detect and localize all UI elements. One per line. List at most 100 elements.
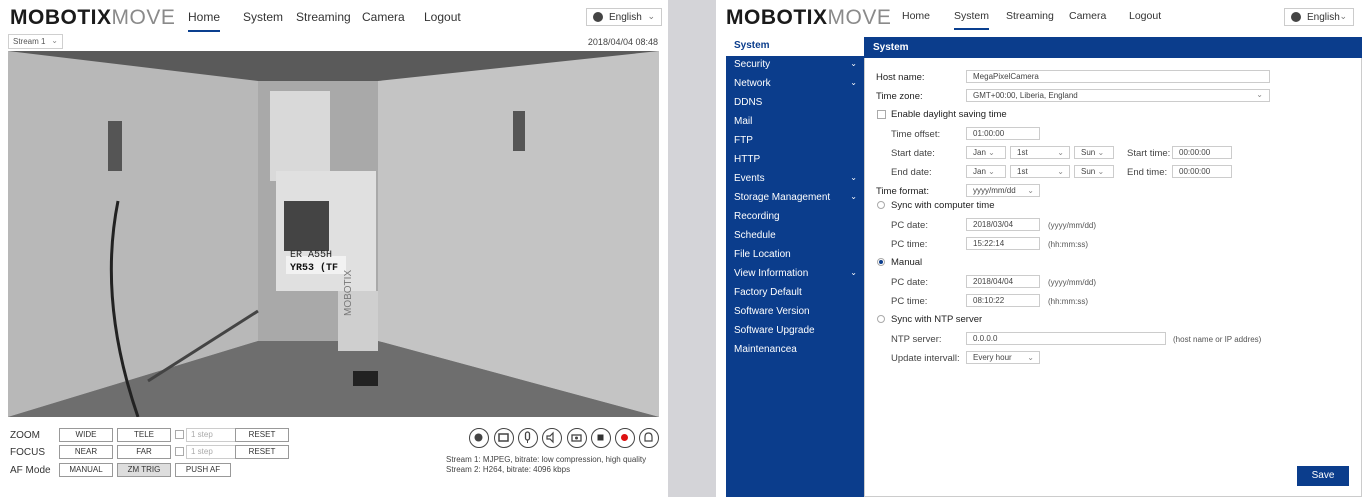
af-mode-label: AF Mode [10,465,51,476]
manual-radio[interactable] [877,258,885,266]
sidebar-item-software-version[interactable]: Software Version [726,303,864,322]
manual-date-input[interactable]: 2018/04/04 [966,275,1040,288]
nav-system[interactable]: System [954,10,990,30]
stop-icon[interactable] [591,428,611,448]
zoom-reset-button[interactable]: RESET [235,428,289,442]
language-select[interactable]: English ⌄ [1284,8,1354,26]
live-video-feed[interactable]: ER A55H YR53 (TF MOBOTIX [8,51,659,417]
sidebar-item-events[interactable]: Events ⌄ [726,170,864,189]
sidebar-item-view-information[interactable]: View Information ⌄ [726,265,864,284]
end-time-label: End time: [1127,167,1168,178]
end-week-select[interactable]: 1st ⌄ [1010,165,1070,178]
focus-far-button[interactable]: FAR [117,445,171,459]
save-button[interactable]: Save [1297,466,1349,486]
nav-streaming[interactable]: Streaming [1006,10,1054,22]
pc-date-hint: (yyyy/mm/dd) [1048,221,1096,230]
sidebar-item-storage-management[interactable]: Storage Management ⌄ [726,189,864,208]
sidebar-item-mail[interactable]: Mail [726,113,864,132]
sidebar-item-ftp[interactable]: FTP [726,132,864,151]
start-time-input[interactable]: 00:00:00 [1172,146,1232,159]
end-time-input[interactable]: 00:00:00 [1172,165,1232,178]
nav-camera[interactable]: Camera [1069,10,1106,22]
sidebar-item-maintenancea[interactable]: Maintenancea [726,341,864,360]
sidebar-item-security[interactable]: Security ⌄ [726,56,864,75]
top-nav-bar: MOBOTIXMOVE Home System Streaming Camera… [0,0,668,32]
start-day-select[interactable]: Sun ⌄ [1074,146,1114,159]
sync-pc-radio[interactable] [877,201,885,209]
record-icon[interactable] [615,428,635,448]
manual-time-input[interactable]: 08:10:22 [966,294,1040,307]
pc-time-hint: (hh:mm:ss) [1048,240,1088,249]
top-nav-bar: MOBOTIXMOVE Home System Streaming Camera… [716,0,1368,30]
end-month-select[interactable]: Jan ⌄ [966,165,1006,178]
nav-system[interactable]: System [243,10,283,24]
nav-streaming[interactable]: Streaming [296,10,351,24]
language-select[interactable]: English ⌄ [586,8,662,26]
nav-home[interactable]: Home [188,10,221,32]
stream1-info: Stream 1: MJPEG, bitrate: low compressio… [446,455,647,464]
section-title: System [864,37,1362,58]
manual-date-label: PC date: [891,277,928,288]
microphone-icon[interactable] [518,428,538,448]
zoom-tele-button[interactable]: TELE [117,428,171,442]
end-day-select[interactable]: Sun ⌄ [1074,165,1114,178]
time-offset-input[interactable]: 01:00:00 [966,127,1040,140]
chevron-down-icon: ⌄ [850,78,857,87]
camera-icon[interactable] [567,428,587,448]
stream-select[interactable]: Stream 1 ⌄ [8,34,63,49]
pc-time-input[interactable]: 15:22:14 [966,237,1040,250]
speaker-icon[interactable] [542,428,562,448]
start-month-select[interactable]: Jan ⌄ [966,146,1006,159]
sidebar-item-factory-default[interactable]: Factory Default [726,284,864,303]
ntp-label: Sync with NTP server [891,314,983,325]
time-format-select[interactable]: yyyy/mm/dd ⌄ [966,184,1040,197]
snapshot-icon[interactable] [469,428,489,448]
host-name-input[interactable]: MegaPixelCamera [966,70,1270,83]
host-name-label: Host name: [876,72,925,83]
sidebar-item-http[interactable]: HTTP [726,151,864,170]
update-interval-select[interactable]: Every hour ⌄ [966,351,1040,364]
video-sign-text-1: ER A55H [290,250,333,261]
sidebar-item-label: FTP [734,135,753,146]
focus-step-select[interactable]: 1 step [186,445,239,459]
focus-step-checkbox[interactable] [175,447,184,456]
fullscreen-icon[interactable] [494,428,514,448]
focus-reset-button[interactable]: RESET [235,445,289,459]
sidebar-item-label: Schedule [734,230,776,241]
af-zm-trig-button[interactable]: ZM TRIG [117,463,171,477]
nav-logout[interactable]: Logout [424,10,461,24]
sidebar-item-recording[interactable]: Recording [726,208,864,227]
af-manual-button[interactable]: MANUAL [59,463,113,477]
ntp-radio[interactable] [877,315,885,323]
ntp-server-input[interactable]: 0.0.0.0 [966,332,1166,345]
start-week-select[interactable]: 1st ⌄ [1010,146,1070,159]
focus-near-button[interactable]: NEAR [59,445,113,459]
pc-date-input[interactable]: 2018/03/04 [966,218,1040,231]
nav-home[interactable]: Home [902,10,930,22]
zoom-wide-button[interactable]: WIDE [59,428,113,442]
sidebar-item-network[interactable]: Network ⌄ [726,75,864,94]
zoom-step-select[interactable]: 1 step [186,428,239,442]
dst-checkbox[interactable] [877,110,886,119]
time-offset-label: Time offset: [891,129,941,140]
push-af-button[interactable]: PUSH AF [175,463,231,477]
nav-camera[interactable]: Camera [362,10,405,24]
nav-logout[interactable]: Logout [1129,10,1161,22]
ntp-server-label: NTP server: [891,334,942,345]
time-zone-label: Time zone: [876,91,923,102]
sidebar-item-software-upgrade[interactable]: Software Upgrade [726,322,864,341]
sidebar-item-label: Events [734,173,765,184]
sidebar-item-file-location[interactable]: File Location [726,246,864,265]
zoom-step-checkbox[interactable] [175,430,184,439]
alarm-bell-icon[interactable] [639,428,659,448]
time-zone-select[interactable]: GMT+00:00, Liberia, England ⌄ [966,89,1270,102]
sidebar-item-label: Factory Default [734,287,802,298]
sidebar-item-ddns[interactable]: DDNS [726,94,864,113]
mobotix-move-logo: MOBOTIXMOVE [10,6,176,29]
sidebar-item-system[interactable]: System [726,37,864,56]
chevron-down-icon: ⌄ [1339,11,1347,21]
chevron-down-icon: ⌄ [647,11,655,21]
globe-icon [1291,12,1301,22]
sidebar-item-schedule[interactable]: Schedule [726,227,864,246]
sidebar-item-label: Recording [734,211,780,222]
